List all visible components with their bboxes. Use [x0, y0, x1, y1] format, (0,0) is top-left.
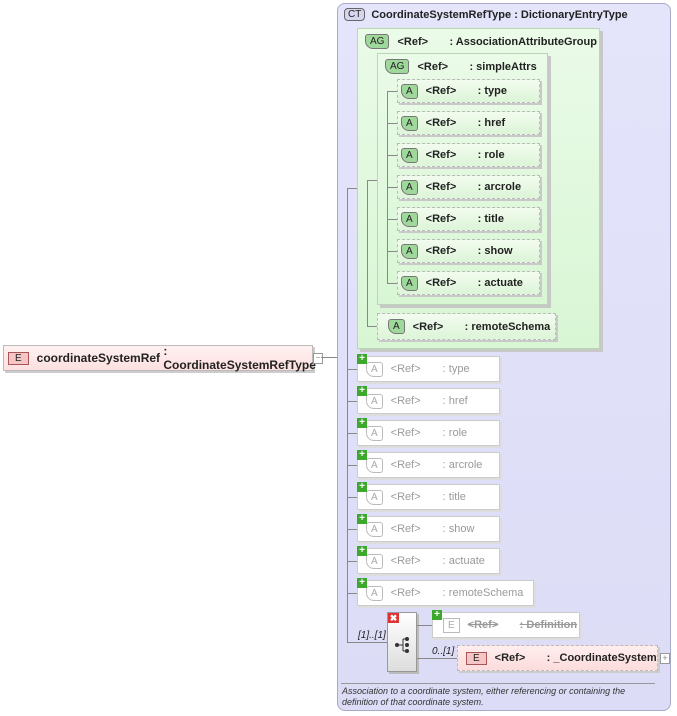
inherited-attribute[interactable]: + A <Ref> : title — [357, 482, 500, 510]
inherited-attribute[interactable]: + A <Ref> : type — [357, 354, 500, 382]
inherited-attribute[interactable]: + A <Ref> : href — [357, 386, 500, 414]
ct-name: CoordinateSystemRefType — [371, 8, 512, 21]
expand-toggle[interactable]: + — [660, 653, 670, 664]
element-name: coordinateSystemRef — [36, 351, 161, 365]
attribute-item[interactable]: A <Ref> : arcrole — [397, 175, 540, 199]
element-badge: E — [8, 351, 29, 365]
expand-icon[interactable]: + — [357, 418, 367, 428]
attribute-item[interactable]: A <Ref> : href — [397, 111, 540, 135]
description: Association to a coordinate system, eith… — [342, 686, 626, 707]
expand-icon[interactable]: + — [357, 546, 367, 556]
inherited-attribute[interactable]: + A <Ref> : role — [357, 418, 500, 446]
attribute-item[interactable]: A <Ref> : role — [397, 143, 540, 167]
choice-multiplicity: [1]..[1] — [358, 630, 386, 641]
inherited-attribute[interactable]: + A <Ref> : actuate — [357, 546, 500, 574]
expand-icon[interactable]: + — [357, 354, 367, 364]
attribute-remoteschema[interactable]: A <Ref> : remoteSchema — [377, 313, 556, 340]
ct-badge: CT — [344, 8, 366, 21]
attribute-item[interactable]: A <Ref> : actuate — [397, 271, 540, 295]
element-definition[interactable]: + E <Ref> : Definition — [432, 610, 580, 638]
root-element[interactable]: E coordinateSystemRef : CoordinateSystem… — [3, 344, 316, 372]
expand-icon[interactable]: + — [357, 514, 367, 524]
element-coordinate-system[interactable]: E <Ref> : _CoordinateSystem — [457, 645, 658, 671]
inherited-attribute[interactable]: + A <Ref> : show — [357, 514, 500, 542]
divider — [341, 683, 655, 684]
attribute-item[interactable]: A <Ref> : type — [397, 79, 540, 103]
expand-icon[interactable]: + — [432, 610, 442, 620]
ct-base: : DictionaryEntryType — [514, 8, 628, 21]
choice-icon — [395, 637, 409, 653]
choice-compositor[interactable]: ✖ — [387, 612, 417, 672]
expand-icon[interactable]: + — [357, 482, 367, 492]
attribute-item[interactable]: A <Ref> : title — [397, 207, 540, 231]
collapse-toggle[interactable]: − — [313, 353, 323, 364]
ag-badge: AG — [365, 34, 390, 49]
delete-icon: ✖ — [388, 613, 399, 623]
expand-icon[interactable]: + — [357, 386, 367, 396]
element-type: : CoordinateSystemRefType — [163, 344, 316, 372]
coordinate-system-multiplicity: 0..[1] — [432, 646, 455, 657]
inherited-attribute[interactable]: + A <Ref> : remoteSchema — [357, 578, 534, 606]
expand-icon[interactable]: + — [357, 450, 367, 460]
inherited-attribute[interactable]: + A <Ref> : arcrole — [357, 450, 500, 478]
expand-icon[interactable]: + — [357, 578, 367, 588]
attribute-item[interactable]: A <Ref> : show — [397, 239, 540, 263]
